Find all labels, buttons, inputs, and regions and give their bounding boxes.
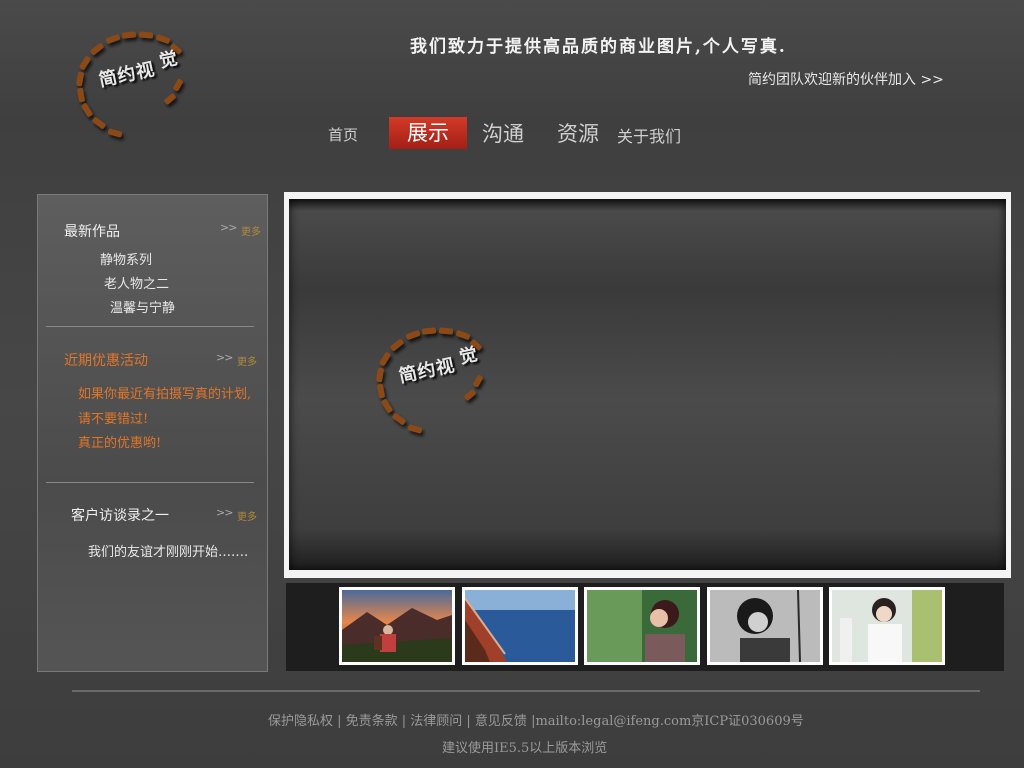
more-arrow-icon: >>: [216, 351, 233, 364]
interview-more-link[interactable]: 更多: [237, 508, 257, 523]
promo-line-2: 请不要错过!: [78, 412, 149, 427]
pier-ocean-image: [465, 590, 575, 662]
woman-bw-image: [710, 590, 820, 662]
more-arrow-icon: >>: [216, 506, 233, 519]
woman-outdoor-image: [587, 590, 697, 662]
footer-links[interactable]: 保护隐私权 | 免责条款 | 法律顾问 | 意见反馈 |mailto:legal…: [268, 710, 804, 729]
site-logo[interactable]: 简约视觉: [60, 22, 220, 152]
thumbnail-2[interactable]: [462, 587, 578, 665]
latest-item-2[interactable]: 老人物之二: [104, 273, 169, 292]
site-tagline: 我们致力于提供高品质的商业图片,个人写真.: [410, 37, 787, 57]
sidebar-divider: [46, 326, 254, 327]
footer-divider: [72, 690, 980, 692]
thumbnail-3[interactable]: [584, 587, 700, 665]
latest-item-3[interactable]: 温馨与宁静: [110, 297, 175, 316]
hiker-sunset-image: [342, 590, 452, 662]
nav-communicate[interactable]: 沟通: [482, 118, 524, 148]
logo-dashed-ring-icon: [376, 327, 483, 434]
latest-works-title: 最新作品: [64, 224, 120, 240]
thumbnail-1[interactable]: [339, 587, 455, 665]
nav-show-active[interactable]: 展示: [389, 117, 467, 149]
nav-home[interactable]: 首页: [328, 124, 358, 145]
latest-more-link[interactable]: 更多: [241, 223, 261, 238]
woman-white-image: [832, 590, 942, 662]
join-team-link[interactable]: 简约团队欢迎新的伙伴加入 >>: [748, 69, 944, 89]
sidebar-panel: 最新作品 >> 更多 静物系列 老人物之二 温馨与宁静 近期优惠活动 >> 更多…: [37, 194, 268, 672]
sidebar-divider: [46, 482, 254, 483]
thumbnail-4[interactable]: [707, 587, 823, 665]
nav-resources[interactable]: 资源: [557, 118, 599, 148]
promo-line-1: 如果你最近有拍摄写真的计划,: [78, 387, 252, 402]
interview-text[interactable]: 我们的友谊才刚刚开始…….: [88, 541, 248, 560]
footer-browser-note: 建议使用IE5.5以上版本浏览: [442, 741, 608, 756]
promo-title: 近期优惠活动: [64, 353, 148, 369]
interview-title: 客户访谈录之一: [71, 508, 169, 524]
promo-more-link[interactable]: 更多: [237, 353, 257, 368]
latest-item-1[interactable]: 静物系列: [100, 249, 152, 268]
promo-line-3: 真正的优惠哟!: [78, 436, 162, 451]
stage-logo: 简约视觉: [360, 318, 520, 448]
nav-about[interactable]: 关于我们: [617, 123, 681, 147]
thumbnail-5[interactable]: [829, 587, 945, 665]
logo-dashed-ring-icon: [76, 31, 183, 138]
more-arrow-icon: >>: [220, 221, 237, 234]
